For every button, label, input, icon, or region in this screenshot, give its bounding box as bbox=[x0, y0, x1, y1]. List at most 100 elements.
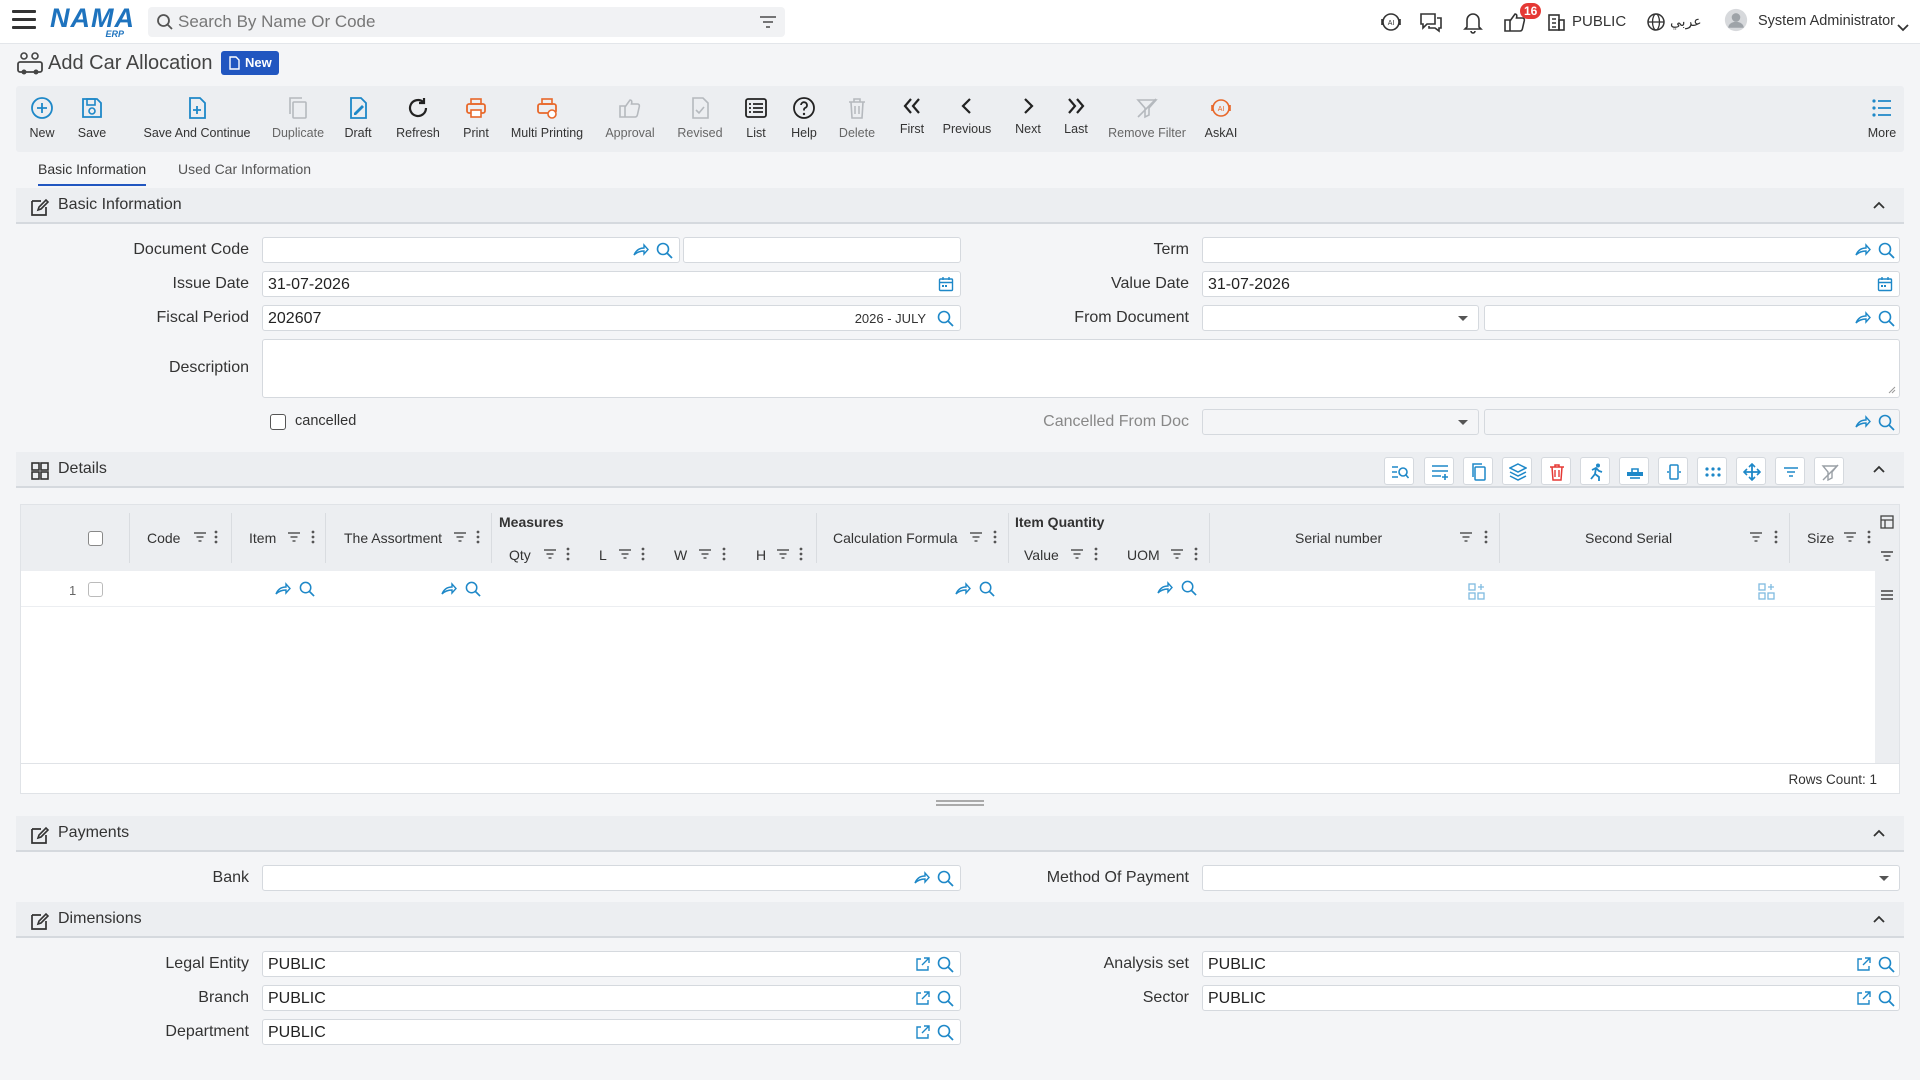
document-code-name-field[interactable] bbox=[683, 237, 961, 263]
column-filter-icon[interactable] bbox=[1843, 531, 1857, 543]
resize-grip-icon[interactable] bbox=[1888, 386, 1896, 394]
search-lookup-icon[interactable] bbox=[1878, 990, 1895, 1007]
column-separator[interactable] bbox=[1789, 513, 1790, 563]
column-filter-icon[interactable] bbox=[618, 548, 632, 560]
column-separator[interactable] bbox=[231, 513, 232, 563]
column-header-assortment[interactable]: The Assortment bbox=[344, 530, 442, 546]
filter-lines-icon[interactable] bbox=[1880, 550, 1894, 562]
column-filter-icon[interactable] bbox=[453, 531, 467, 543]
open-external-icon[interactable] bbox=[1856, 991, 1871, 1006]
chevron-down-icon[interactable] bbox=[1896, 16, 1910, 40]
cancelled-checkbox[interactable] bbox=[270, 414, 286, 430]
share-arrow-icon[interactable] bbox=[1855, 415, 1871, 429]
column-filter-icon[interactable] bbox=[969, 531, 983, 543]
duplicate-button[interactable]: Duplicate bbox=[258, 86, 338, 152]
serial-add-icon[interactable] bbox=[1468, 583, 1486, 601]
askai-button[interactable]: AI AskAI bbox=[1188, 86, 1254, 152]
column-header-qty[interactable]: Qty bbox=[509, 547, 531, 563]
grid-delete-button[interactable] bbox=[1541, 457, 1571, 485]
column-header-h[interactable]: H bbox=[756, 547, 766, 563]
nama-erp-logo[interactable]: NAMA ERP bbox=[50, 4, 134, 39]
tab-used-car-information[interactable]: Used Car Information bbox=[178, 161, 311, 177]
grid-copy-button[interactable] bbox=[1463, 457, 1493, 485]
save-button[interactable]: Save bbox=[74, 86, 110, 152]
column-header-value[interactable]: Value bbox=[1024, 547, 1059, 563]
filter-icon[interactable] bbox=[759, 15, 777, 29]
cancelled-from-doc-field[interactable] bbox=[1484, 409, 1900, 435]
open-external-icon[interactable] bbox=[915, 957, 930, 972]
share-arrow-icon[interactable] bbox=[1157, 581, 1173, 595]
draft-button[interactable]: Draft bbox=[328, 86, 388, 152]
grid-layers-button[interactable] bbox=[1502, 457, 1532, 485]
issue-date-field[interactable]: 31-07-2026 bbox=[262, 271, 961, 297]
column-header-uom[interactable]: UOM bbox=[1127, 547, 1160, 563]
column-menu-icon[interactable] bbox=[566, 547, 570, 561]
value-date-field[interactable]: 31-07-2026 bbox=[1202, 271, 1900, 297]
column-filter-icon[interactable] bbox=[1459, 531, 1473, 543]
search-lookup-icon[interactable] bbox=[937, 1024, 954, 1041]
search-lookup-icon[interactable] bbox=[1878, 242, 1895, 259]
column-separator[interactable] bbox=[816, 513, 817, 563]
column-menu-icon[interactable] bbox=[1774, 530, 1778, 544]
column-separator[interactable] bbox=[491, 513, 492, 563]
term-field[interactable] bbox=[1202, 237, 1900, 263]
column-separator[interactable] bbox=[1008, 513, 1009, 563]
share-arrow-icon[interactable] bbox=[1855, 243, 1871, 257]
share-arrow-icon[interactable] bbox=[914, 871, 930, 885]
search-lookup-icon[interactable] bbox=[299, 581, 315, 597]
column-menu-icon[interactable] bbox=[476, 530, 480, 544]
share-arrow-icon[interactable] bbox=[1855, 311, 1871, 325]
refresh-button[interactable]: Refresh bbox=[384, 86, 452, 152]
column-menu-icon[interactable] bbox=[1194, 547, 1198, 561]
user-name[interactable]: System Administrator bbox=[1758, 13, 1895, 29]
share-arrow-icon[interactable] bbox=[441, 582, 457, 596]
chevron-up-icon[interactable] bbox=[1872, 914, 1886, 924]
grid-resize-handle[interactable] bbox=[936, 800, 984, 806]
save-and-continue-button[interactable]: Save And Continue bbox=[128, 86, 266, 152]
table-row[interactable]: 1 bbox=[21, 571, 1877, 607]
method-of-payment-select[interactable] bbox=[1202, 865, 1900, 891]
menu-icon[interactable] bbox=[12, 10, 36, 32]
column-header-calculation-formula[interactable]: Calculation Formula bbox=[833, 530, 958, 546]
cancelled-from-doc-type-select[interactable] bbox=[1202, 409, 1479, 435]
chevron-up-icon[interactable] bbox=[1872, 828, 1886, 838]
more-button[interactable]: More bbox=[1862, 86, 1902, 152]
chat-icon[interactable] bbox=[1418, 10, 1444, 34]
payments-section-header[interactable]: Payments bbox=[16, 816, 1904, 852]
legal-entity-field[interactable]: PUBLIC bbox=[262, 951, 961, 977]
menu-lines-icon[interactable] bbox=[1880, 589, 1894, 601]
column-separator[interactable] bbox=[1499, 513, 1500, 563]
column-menu-icon[interactable] bbox=[1094, 547, 1098, 561]
column-menu-icon[interactable] bbox=[1867, 530, 1871, 544]
column-header-size[interactable]: Size bbox=[1807, 530, 1834, 546]
calendar-icon[interactable] bbox=[938, 276, 954, 292]
basic-information-section-header[interactable]: Basic Information bbox=[16, 188, 1904, 224]
grid-move-button[interactable] bbox=[1736, 457, 1766, 485]
column-separator[interactable] bbox=[129, 513, 130, 563]
column-header-w[interactable]: W bbox=[674, 547, 687, 563]
dimensions-section-header[interactable]: Dimensions bbox=[16, 902, 1904, 938]
column-header-item[interactable]: Item bbox=[249, 530, 276, 546]
open-external-icon[interactable] bbox=[1856, 957, 1871, 972]
approval-button[interactable]: Approval bbox=[588, 86, 672, 152]
column-header-l[interactable]: L bbox=[599, 547, 607, 563]
column-header-serial-number[interactable]: Serial number bbox=[1295, 530, 1382, 546]
search-lookup-icon[interactable] bbox=[979, 581, 995, 597]
search-lookup-icon[interactable] bbox=[937, 870, 954, 887]
search-lookup-icon[interactable] bbox=[937, 956, 954, 973]
search-lookup-icon[interactable] bbox=[1878, 310, 1895, 327]
grid-run-button[interactable] bbox=[1580, 457, 1610, 485]
department-field[interactable]: PUBLIC bbox=[262, 1019, 961, 1045]
delete-button[interactable]: Delete bbox=[824, 86, 890, 152]
user-avatar[interactable] bbox=[1722, 8, 1750, 32]
grid-search-button[interactable] bbox=[1384, 457, 1414, 485]
chevron-up-icon[interactable] bbox=[1872, 200, 1886, 210]
fiscal-period-field[interactable]: 202607 2026 - JULY bbox=[262, 305, 961, 331]
column-filter-icon[interactable] bbox=[543, 548, 557, 560]
column-menu-icon[interactable] bbox=[993, 530, 997, 544]
column-filter-icon[interactable] bbox=[776, 548, 790, 560]
column-header-second-serial[interactable]: Second Serial bbox=[1585, 530, 1672, 546]
from-document-field[interactable] bbox=[1484, 305, 1900, 331]
share-arrow-icon[interactable] bbox=[955, 582, 971, 596]
share-arrow-icon[interactable] bbox=[633, 243, 649, 257]
